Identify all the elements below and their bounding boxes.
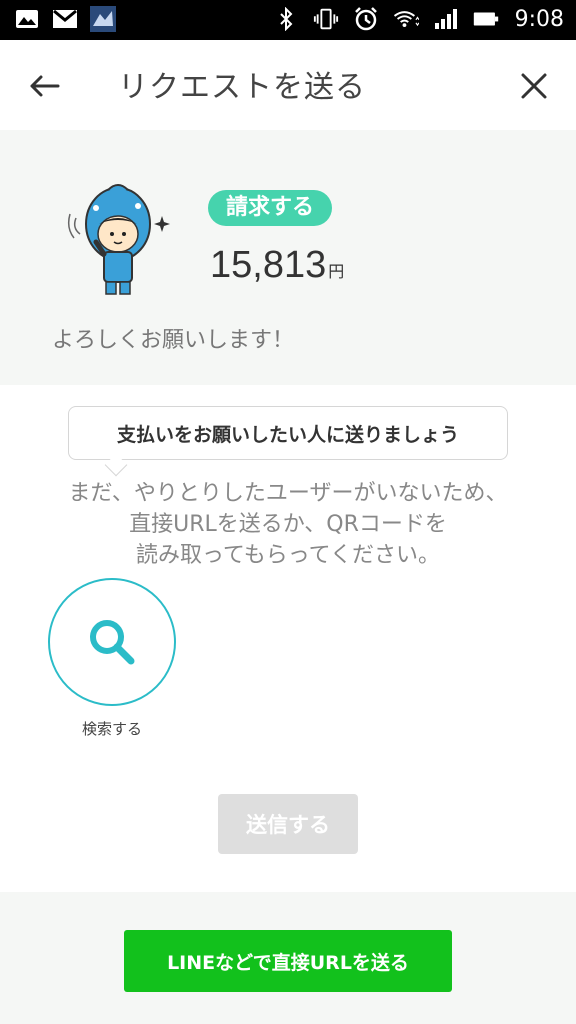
app-icon bbox=[90, 6, 116, 32]
hint-tooltip: 支払いをお願いしたい人に送りましょう bbox=[68, 406, 508, 460]
send-url-button[interactable]: LINEなどで直接URLを送る bbox=[124, 930, 452, 992]
status-bar: 9:08 bbox=[0, 0, 576, 40]
info-line-2: 直接URLを送るか、QRコードを bbox=[129, 512, 447, 537]
bottom-panel: LINEなどで直接URLを送る bbox=[0, 892, 576, 1024]
amount: 15,813 円 bbox=[210, 244, 344, 287]
info-text: まだ、やりとりしたユーザーがいないため、 直接URLを送るか、QRコードを 読み… bbox=[0, 478, 576, 571]
send-button[interactable]: 送信する bbox=[218, 794, 358, 854]
search-icon bbox=[90, 620, 135, 665]
bluetooth-icon bbox=[273, 6, 299, 32]
gallery-icon bbox=[14, 6, 40, 32]
app-header: リクエストを送る bbox=[0, 40, 576, 130]
search-button[interactable] bbox=[48, 578, 176, 706]
alarm-icon bbox=[353, 6, 379, 32]
close-icon bbox=[521, 73, 547, 99]
arrow-left-icon bbox=[30, 75, 60, 97]
character-avatar bbox=[66, 178, 176, 298]
amount-value: 15,813 bbox=[210, 244, 327, 286]
wifi-icon bbox=[393, 6, 419, 32]
page-title: リクエストを送る bbox=[118, 70, 366, 105]
search-label: 検索する bbox=[81, 720, 142, 738]
info-line-3: 読み取ってもらってください。 bbox=[135, 543, 441, 568]
request-type-badge: 請求する bbox=[208, 190, 333, 226]
close-button[interactable] bbox=[514, 66, 554, 106]
vibrate-icon bbox=[313, 6, 339, 32]
back-button[interactable] bbox=[24, 66, 64, 106]
signal-icon bbox=[433, 6, 459, 32]
info-line-1: まだ、やりとりしたユーザーがいないため、 bbox=[68, 481, 508, 506]
battery-icon bbox=[473, 6, 499, 32]
request-message: よろしくお願いします！ bbox=[52, 328, 295, 353]
clock: 9:08 bbox=[514, 6, 564, 32]
gmail-icon bbox=[52, 6, 78, 32]
request-summary: 請求する 15,813 円 よろしくお願いします！ bbox=[0, 130, 576, 385]
currency-unit: 円 bbox=[328, 264, 345, 281]
